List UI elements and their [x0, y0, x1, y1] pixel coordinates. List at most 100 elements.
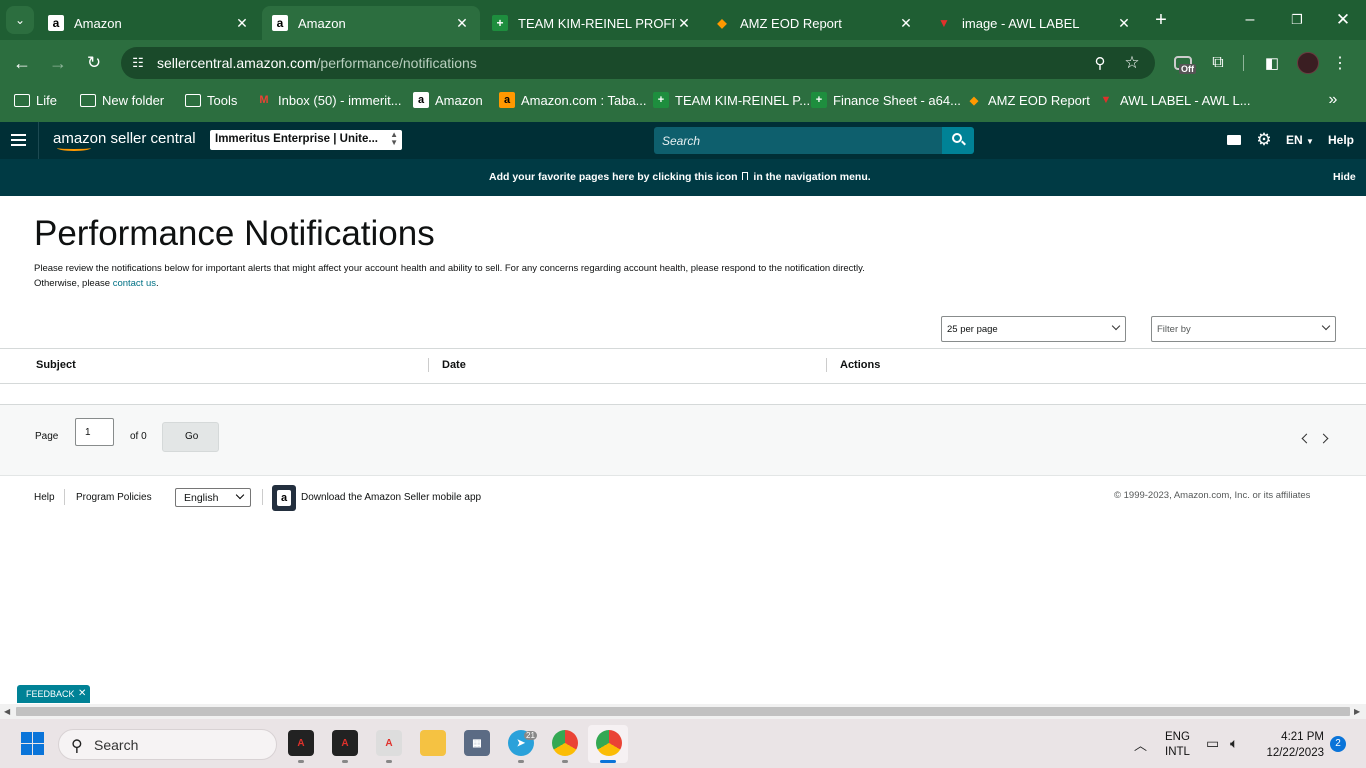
- start-tile: [21, 744, 32, 755]
- footer-language-select[interactable]: English: [175, 488, 251, 507]
- taskbar-search-box[interactable]: ⚲ Search: [58, 729, 277, 760]
- scroll-right-icon[interactable]: ▶: [1354, 707, 1360, 716]
- tab-awl-label[interactable]: ▼ image - AWL LABEL ✕: [926, 6, 1142, 40]
- awl-app-icon[interactable]: A: [376, 730, 402, 756]
- network-icon[interactable]: ▭: [1206, 735, 1219, 752]
- volume-icon[interactable]: 🔈︎: [1230, 735, 1238, 752]
- tab-amz-eod-report[interactable]: ◆ AMZ EOD Report ✕: [704, 6, 924, 40]
- page-top-strip: [0, 115, 1366, 122]
- notifications-table: [0, 348, 1366, 405]
- hamburger-menu-icon[interactable]: [11, 134, 26, 147]
- bookmark-amazon-taba[interactable]: a Amazon.com : Taba...: [499, 92, 647, 108]
- tab-amazon-1[interactable]: a Amazon ✕: [38, 6, 260, 40]
- clock[interactable]: 4:21 PM 12/22/2023: [1258, 729, 1324, 761]
- scroll-left-icon[interactable]: ◀: [4, 707, 10, 716]
- site-info-icon[interactable]: ☷: [128, 53, 148, 73]
- file-explorer-icon[interactable]: [420, 730, 446, 756]
- close-icon[interactable]: ✕: [78, 688, 86, 699]
- help-link[interactable]: Help: [1328, 133, 1354, 147]
- tab-amazon-2[interactable]: a Amazon ✕: [262, 6, 480, 40]
- bookmark-new-folder[interactable]: New folder: [80, 92, 164, 108]
- chevron-down-icon: [1111, 321, 1121, 331]
- search-placeholder: Search: [662, 134, 701, 148]
- extension-badge: Off: [1179, 64, 1196, 74]
- page-number-input[interactable]: 1: [75, 418, 114, 446]
- column-header-subject[interactable]: Subject: [36, 359, 76, 371]
- side-panel-icon[interactable]: ◧: [1261, 52, 1283, 74]
- bookmark-tools[interactable]: Tools: [185, 92, 237, 108]
- feedback-button[interactable]: FEEDBACK ✕: [17, 685, 90, 703]
- close-icon[interactable]: ✕: [454, 15, 470, 32]
- reload-icon[interactable]: ↻: [80, 50, 108, 76]
- extensions-puzzle-icon[interactable]: ⧉: [1207, 52, 1229, 74]
- telegram-badge: 21: [524, 731, 537, 740]
- language-selector[interactable]: EN ▼: [1286, 133, 1314, 147]
- windows-start-icon[interactable]: [21, 732, 44, 755]
- amazon-icon: a: [413, 92, 429, 108]
- app-icon-inner: a: [277, 490, 291, 506]
- bookmark-life[interactable]: Life: [14, 92, 57, 108]
- new-tab-icon[interactable]: +: [1150, 8, 1172, 32]
- chrome-icon[interactable]: [552, 730, 578, 756]
- toolbar-divider: [1243, 55, 1244, 71]
- close-icon[interactable]: ✕: [676, 15, 692, 32]
- bookmark-amz-eod-report[interactable]: ◆ AMZ EOD Report: [966, 92, 1090, 108]
- bookmark-star-icon[interactable]: ☆: [1121, 52, 1143, 74]
- bookmark-label: Tools: [207, 92, 238, 108]
- calculator-icon[interactable]: ▦: [464, 730, 490, 756]
- footer-help-link[interactable]: Help: [34, 492, 55, 503]
- profile-avatar[interactable]: [1297, 52, 1319, 74]
- search-input[interactable]: Search: [654, 127, 942, 154]
- extension-icon[interactable]: Off: [1172, 54, 1196, 76]
- bookmark-label: AMZ EOD Report: [988, 92, 1090, 108]
- bookmark-team-kim-reinel[interactable]: + TEAM KIM-REINEL P...: [653, 92, 810, 108]
- scrollbar-thumb[interactable]: [16, 707, 1350, 716]
- download-app-link[interactable]: Download the Amazon Seller mobile app: [301, 492, 481, 503]
- per-page-select[interactable]: 25 per page: [941, 316, 1126, 342]
- notification-badge[interactable]: 2: [1330, 736, 1346, 752]
- bookmark-icon: [742, 172, 749, 180]
- horizontal-scrollbar[interactable]: ◀ ▶: [0, 704, 1366, 719]
- minimize-icon[interactable]: –: [1236, 8, 1264, 32]
- table-header-row: [0, 383, 1366, 384]
- bookmark-gmail-inbox[interactable]: M Inbox (50) - immerit...: [256, 92, 401, 108]
- sheets-icon: +: [811, 92, 827, 108]
- go-button[interactable]: Go: [162, 422, 219, 452]
- account-selector[interactable]: Immeritus Enterprise | Unite... ▲ ▼: [210, 130, 402, 150]
- language-label: EN: [1286, 133, 1303, 147]
- program-policies-link[interactable]: Program Policies: [76, 492, 152, 503]
- forward-icon[interactable]: →: [44, 50, 72, 76]
- restore-icon[interactable]: ❐: [1283, 8, 1311, 32]
- filter-by-select[interactable]: Filter by: [1151, 316, 1336, 342]
- chrome-icon[interactable]: [596, 730, 622, 756]
- of-pages-label: of 0: [130, 431, 147, 442]
- tab-team-kim-reinel[interactable]: + TEAM KIM-REINEL PROFIT S ✕: [482, 6, 702, 40]
- more-bookmarks-icon[interactable]: »: [1322, 90, 1344, 110]
- close-window-icon[interactable]: ✕: [1329, 8, 1357, 32]
- input-language-indicator[interactable]: ENG INTL: [1165, 730, 1190, 760]
- contact-us-link[interactable]: contact us: [113, 278, 156, 289]
- bookmark-awl-label[interactable]: ▼ AWL LABEL - AWL L...: [1098, 92, 1251, 108]
- mail-icon[interactable]: [1227, 135, 1241, 145]
- chrome-menu-icon[interactable]: ⋮: [1330, 52, 1350, 74]
- settings-gear-icon[interactable]: ⚙: [1255, 130, 1273, 149]
- show-hidden-icons-icon[interactable]: ︿: [1134, 735, 1147, 754]
- awl-app-icon[interactable]: A: [288, 730, 314, 756]
- zoom-icon[interactable]: ⚲: [1089, 53, 1111, 73]
- back-icon[interactable]: ←: [8, 50, 36, 76]
- close-icon[interactable]: ✕: [898, 15, 914, 32]
- lang-line-2: INTL: [1165, 746, 1190, 758]
- bookmark-amazon[interactable]: a Amazon: [413, 92, 483, 108]
- tab-search-chevron-icon[interactable]: ⌄: [6, 6, 34, 34]
- seller-central-logo[interactable]: amazon seller central: [53, 130, 196, 151]
- amazon-seller-app-icon[interactable]: a: [272, 485, 296, 511]
- bookmark-label: Finance Sheet - a64...: [833, 92, 961, 108]
- hide-banner-button[interactable]: Hide: [1333, 171, 1356, 183]
- close-icon[interactable]: ✕: [234, 15, 250, 32]
- awl-app-icon[interactable]: A: [332, 730, 358, 756]
- bookmark-label: AWL LABEL - AWL L...: [1120, 92, 1251, 108]
- close-icon[interactable]: ✕: [1116, 15, 1132, 32]
- bookmark-finance-sheet[interactable]: + Finance Sheet - a64...: [811, 92, 961, 108]
- column-header-date[interactable]: Date: [442, 359, 466, 371]
- search-button[interactable]: [942, 127, 974, 154]
